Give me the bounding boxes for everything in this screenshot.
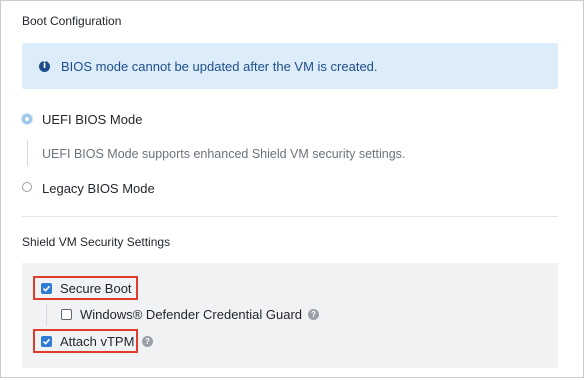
check-icon xyxy=(42,285,51,292)
sub-option-indent-line xyxy=(46,304,47,326)
legacy-bios-mode-radio[interactable] xyxy=(22,182,32,192)
attach-vtpm-checkbox[interactable] xyxy=(41,336,52,347)
info-circle-icon: i xyxy=(39,60,50,72)
info-banner-text: BIOS mode cannot be updated after the VM… xyxy=(61,58,378,74)
uefi-bios-mode-label[interactable]: UEFI BIOS Mode xyxy=(42,112,142,127)
question-circle-icon[interactable]: ? xyxy=(308,309,319,320)
shield-vm-security-title: Shield VM Security Settings xyxy=(22,235,171,249)
check-icon xyxy=(42,338,51,345)
section-divider xyxy=(22,216,558,217)
uefi-bios-mode-radio[interactable] xyxy=(22,114,32,124)
boot-configuration-title: Boot Configuration xyxy=(22,14,122,28)
credential-guard-checkbox[interactable] xyxy=(61,309,72,320)
info-banner: i BIOS mode cannot be updated after the … xyxy=(22,43,558,89)
question-circle-icon[interactable]: ? xyxy=(142,336,153,347)
credential-guard-label[interactable]: Windows® Defender Credential Guard xyxy=(80,307,302,322)
uefi-bios-mode-description: UEFI BIOS Mode supports enhanced Shield … xyxy=(42,147,406,161)
legacy-bios-mode-label[interactable]: Legacy BIOS Mode xyxy=(42,181,155,196)
attach-vtpm-label[interactable]: Attach vTPM xyxy=(60,334,134,349)
description-indent-line xyxy=(27,140,28,166)
secure-boot-checkbox[interactable] xyxy=(41,283,52,294)
secure-boot-label[interactable]: Secure Boot xyxy=(60,281,132,296)
